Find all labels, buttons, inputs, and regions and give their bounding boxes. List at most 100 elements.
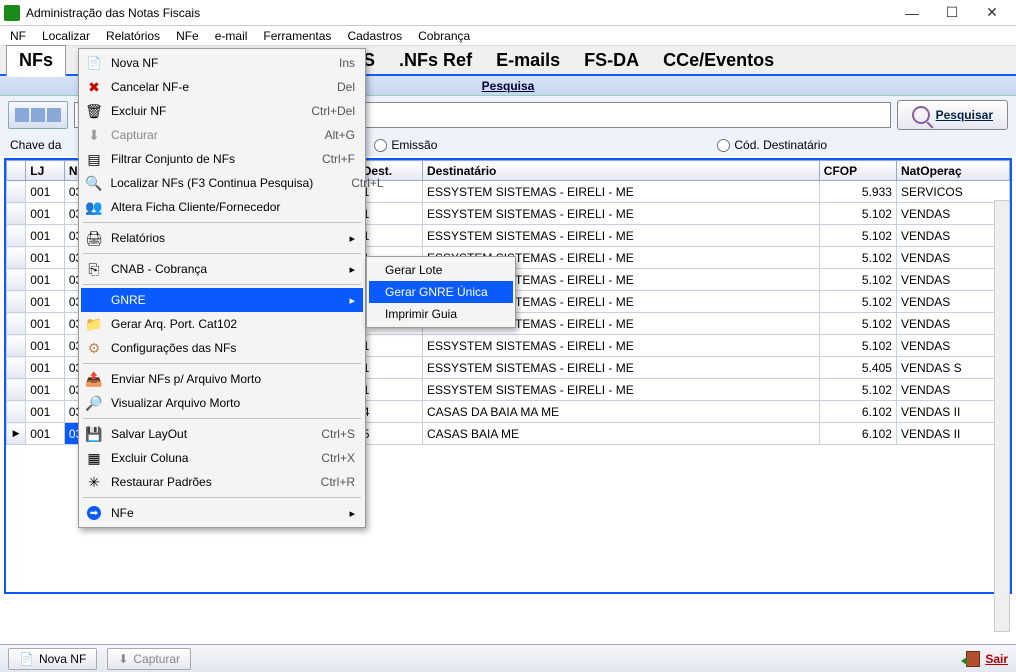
- menu-item-label: Filtrar Conjunto de NFs: [111, 152, 284, 166]
- ic-del-icon: [85, 102, 103, 120]
- cell-lj: 001: [26, 335, 65, 357]
- maximize-button[interactable]: ☐: [932, 1, 972, 25]
- cell-cfop: 5.102: [819, 269, 896, 291]
- statusbar-sair[interactable]: Sair: [966, 651, 1008, 667]
- ic-send-icon: [85, 370, 103, 388]
- menu-item[interactable]: Visualizar Arquivo Morto: [81, 391, 363, 415]
- menu-item[interactable]: GNRE: [81, 288, 363, 312]
- search-icon: [912, 106, 930, 124]
- cell-lj: 001: [26, 247, 65, 269]
- row-marker: [7, 401, 26, 423]
- window-title: Administração das Notas Fiscais: [26, 6, 892, 20]
- menu-item-label: CNAB - Cobrança: [111, 262, 325, 276]
- context-menu: Nova NFInsCancelar NF-eDelExcluir NFCtrl…: [78, 48, 366, 528]
- minimize-button[interactable]: —: [892, 1, 932, 25]
- statusbar-capturar[interactable]: ⬇ Capturar: [107, 648, 191, 670]
- col-lj[interactable]: LJ: [26, 161, 65, 181]
- col-cfop[interactable]: CFOP: [819, 161, 896, 181]
- cell-cfop: 5.102: [819, 225, 896, 247]
- menu-item[interactable]: Salvar LayOutCtrl+S: [81, 422, 363, 446]
- menu-item-label: Altera Ficha Cliente/Fornecedor: [111, 200, 317, 214]
- menu-cadastros[interactable]: Cadastros: [341, 27, 408, 45]
- menu-nf[interactable]: NF: [4, 27, 32, 45]
- menu-item[interactable]: CNAB - Cobrança: [81, 257, 363, 281]
- menu-item[interactable]: Excluir ColunaCtrl+X: [81, 446, 363, 470]
- radio-emissao[interactable]: Emissão: [374, 138, 437, 152]
- menu-item-label: Nova NF: [111, 56, 301, 70]
- submenu-item[interactable]: Imprimir Guia: [369, 303, 513, 325]
- cell-lj: 001: [26, 379, 65, 401]
- menu-item-label: Configurações das NFs: [111, 341, 317, 355]
- tab-nfs[interactable]: NFs: [6, 45, 66, 77]
- menu-separator: [83, 363, 361, 364]
- menu-item[interactable]: Restaurar PadrõesCtrl+R: [81, 470, 363, 494]
- search-button-label: Pesquisar: [936, 108, 993, 122]
- menu-separator: [83, 497, 361, 498]
- menu-item[interactable]: Configurações das NFs: [81, 336, 363, 360]
- menu-localizar[interactable]: Localizar: [36, 27, 96, 45]
- menu-item[interactable]: Localizar NFs (F3 Continua Pesquisa)Ctrl…: [81, 171, 363, 195]
- cell-nat: VENDAS S: [896, 357, 1009, 379]
- menu-nfe[interactable]: NFe: [170, 27, 205, 45]
- menu-item[interactable]: NFe: [81, 501, 363, 525]
- ic-filter-icon: [85, 150, 103, 168]
- ic-nfe-icon: [85, 504, 103, 522]
- menu-separator: [83, 222, 361, 223]
- cell-cfop: 6.102: [819, 423, 896, 445]
- mini-tool-icon: [15, 108, 29, 122]
- app-icon: [4, 5, 20, 21]
- tab-emails[interactable]: E-mails: [484, 46, 572, 75]
- tab-nfsref[interactable]: .NFs Ref: [387, 46, 484, 75]
- cell-nat: VENDAS: [896, 269, 1009, 291]
- menu-relatorios[interactable]: Relatórios: [100, 27, 166, 45]
- cell-nat: VENDAS II: [896, 401, 1009, 423]
- radio-emissao-input[interactable]: [374, 139, 387, 152]
- menu-item-label: Enviar NFs p/ Arquivo Morto: [111, 372, 317, 386]
- menu-item[interactable]: Filtrar Conjunto de NFsCtrl+F: [81, 147, 363, 171]
- menu-item-label: Excluir Coluna: [111, 451, 283, 465]
- close-button[interactable]: ✕: [972, 1, 1012, 25]
- blank-icon: [85, 291, 103, 309]
- radio-coddest-input[interactable]: [717, 139, 730, 152]
- menu-separator: [83, 284, 361, 285]
- menu-item[interactable]: Relatórios: [81, 226, 363, 250]
- cell-lj: 001: [26, 269, 65, 291]
- cell-dest: ESSYSTEM SISTEMAS - EIRELI - ME: [423, 181, 820, 203]
- submenu-item[interactable]: Gerar GNRE Única: [369, 281, 513, 303]
- menu-item[interactable]: Nova NFIns: [81, 51, 363, 75]
- menu-shortcut: Ctrl+L: [321, 176, 383, 190]
- radio-coddest[interactable]: Cód. Destinatário: [717, 138, 827, 152]
- gnre-submenu: Gerar LoteGerar GNRE ÚnicaImprimir Guia: [366, 256, 516, 328]
- submenu-arrow-icon: [333, 262, 355, 276]
- menu-cobranca[interactable]: Cobrança: [412, 27, 476, 45]
- statusbar-nova-nf[interactable]: 📄 Nova NF: [8, 648, 97, 670]
- menu-item-label: Restaurar Padrões: [111, 475, 283, 489]
- ic-cnab-icon: [85, 260, 103, 278]
- mini-tool-icon: [31, 108, 45, 122]
- menu-item[interactable]: Cancelar NF-eDel: [81, 75, 363, 99]
- cell-cfop: 5.102: [819, 379, 896, 401]
- menu-shortcut: Alt+G: [295, 128, 355, 142]
- col-dest[interactable]: Destinatário: [423, 161, 820, 181]
- row-marker: [7, 247, 26, 269]
- menu-item[interactable]: Excluir NFCtrl+Del: [81, 99, 363, 123]
- submenu-item[interactable]: Gerar Lote: [369, 259, 513, 281]
- menu-item[interactable]: Gerar Arq. Port. Cat102: [81, 312, 363, 336]
- mini-toolbar[interactable]: [8, 101, 68, 129]
- capture-icon: ⬇: [118, 652, 128, 666]
- menu-email[interactable]: e-mail: [209, 27, 254, 45]
- menu-ferramentas[interactable]: Ferramentas: [257, 27, 337, 45]
- search-button[interactable]: Pesquisar: [897, 100, 1008, 130]
- vertical-scrollbar[interactable]: [994, 200, 1010, 632]
- col-nat[interactable]: NatOperaç: [896, 161, 1009, 181]
- tab-fsda[interactable]: FS-DA: [572, 46, 651, 75]
- row-marker: [7, 379, 26, 401]
- menu-item[interactable]: CapturarAlt+G: [81, 123, 363, 147]
- row-marker: [7, 423, 26, 445]
- menu-item[interactable]: Enviar NFs p/ Arquivo Morto: [81, 367, 363, 391]
- menu-item-label: Localizar NFs (F3 Continua Pesquisa): [110, 176, 313, 190]
- cell-lj: 001: [26, 181, 65, 203]
- tab-cce[interactable]: CCe/Eventos: [651, 46, 786, 75]
- menu-item[interactable]: Altera Ficha Cliente/Fornecedor: [81, 195, 363, 219]
- cell-dest: ESSYSTEM SISTEMAS - EIRELI - ME: [423, 335, 820, 357]
